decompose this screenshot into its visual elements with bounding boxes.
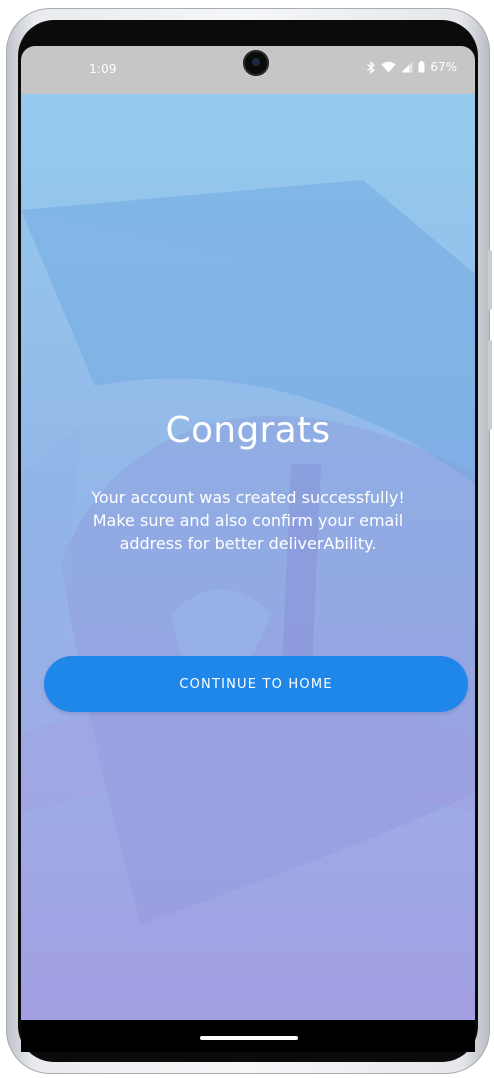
front-camera-icon: [243, 50, 269, 76]
battery-percent: 67%: [430, 60, 457, 74]
graduation-cap-background: [21, 180, 475, 924]
power-button: [488, 250, 492, 310]
success-message: Your account was created successfully! M…: [91, 488, 405, 553]
status-time: 1:09: [89, 62, 117, 76]
bluetooth-icon: [366, 60, 376, 74]
home-indicator[interactable]: [200, 1036, 298, 1040]
battery-icon: [418, 61, 425, 73]
page-title: Congrats: [165, 410, 331, 451]
status-icons: 67%: [366, 60, 457, 74]
signal-icon: [401, 61, 413, 73]
wifi-icon: [381, 61, 396, 73]
status-bar: 1:09 67%: [21, 46, 475, 94]
volume-button: [488, 340, 492, 430]
device-screen: 1:09 67% Congrats Your account was creat…: [21, 46, 475, 1052]
congrats-screen: Congrats Your account was created succes…: [21, 94, 475, 1020]
navigation-bar: [21, 1020, 475, 1052]
continue-to-home-button[interactable]: CONTINUE TO HOME: [44, 656, 468, 712]
